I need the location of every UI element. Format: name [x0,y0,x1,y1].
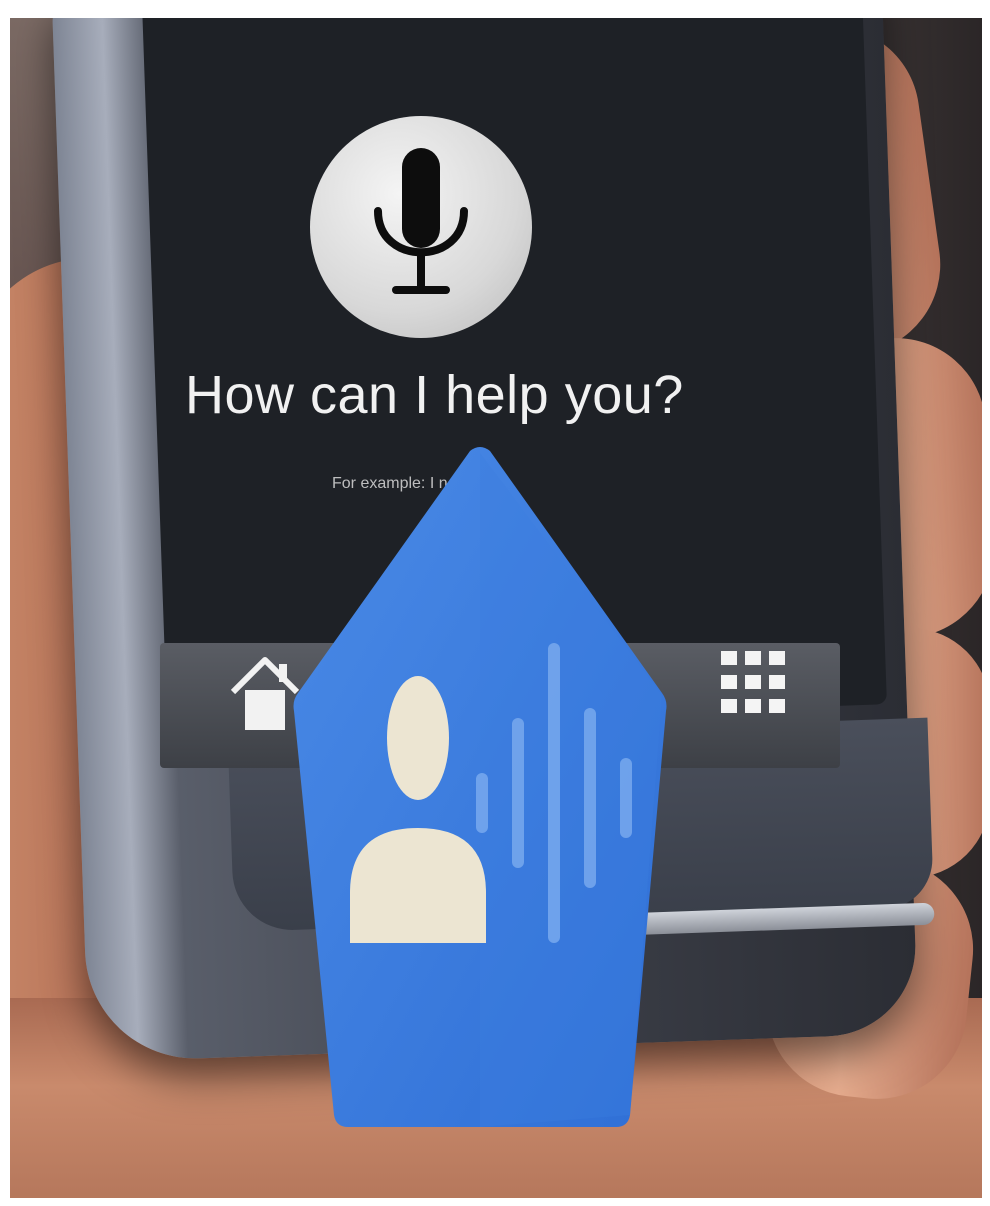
microphone-button[interactable] [310,116,532,338]
apps-grid-icon[interactable] [715,643,795,733]
phone-in-hand-photo: How can I help you? For example: I need [10,18,982,1198]
image-frame: How can I help you? For example: I need [0,0,990,1206]
microphone-icon [374,148,468,294]
voice-assistant-badge-icon [293,447,667,1127]
assistant-prompt-title: How can I help you? [185,365,684,425]
